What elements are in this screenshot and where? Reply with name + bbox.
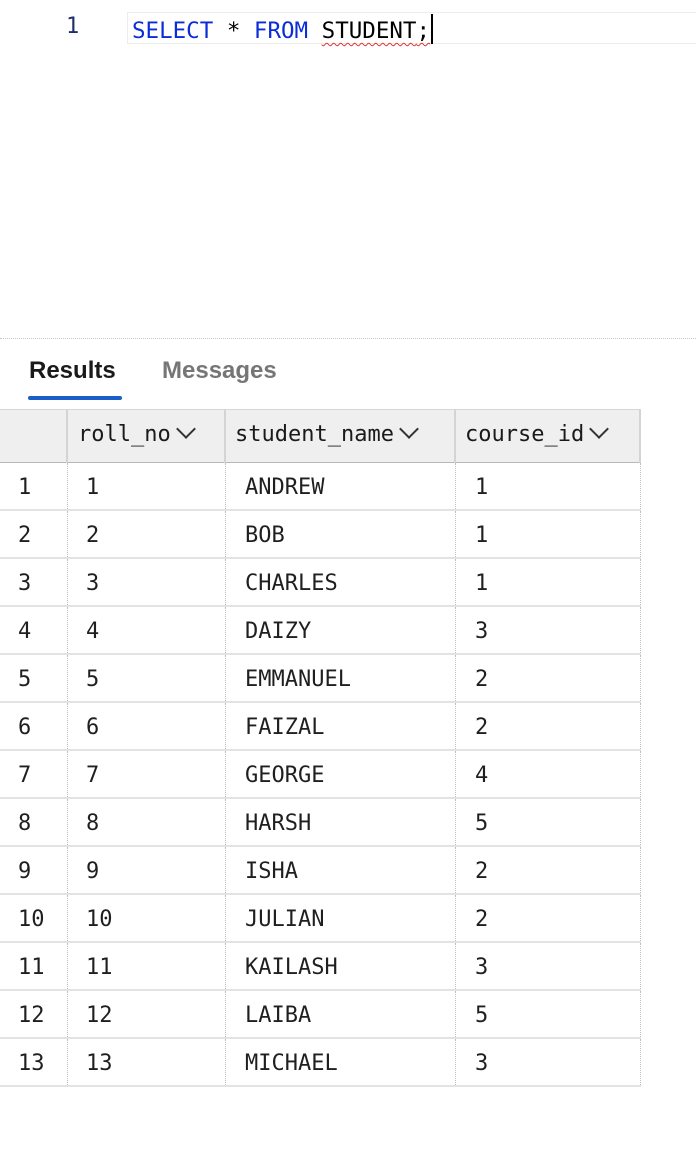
row-number-cell[interactable]: 5: [0, 655, 68, 701]
cell-course-id[interactable]: 5: [456, 991, 641, 1037]
row-number-cell[interactable]: 11: [0, 943, 68, 989]
cell-student-name[interactable]: GEORGE: [226, 751, 456, 797]
table-row[interactable]: 10 10 JULIAN 2: [0, 895, 641, 943]
row-number-cell[interactable]: 8: [0, 799, 68, 845]
column-header-label: course_id: [465, 422, 585, 447]
cell-roll-no[interactable]: 10: [68, 895, 226, 941]
cell-roll-no[interactable]: 9: [68, 847, 226, 893]
cell-roll-no[interactable]: 3: [68, 559, 226, 605]
cell-student-name[interactable]: EMMANUEL: [226, 655, 456, 701]
cell-student-name[interactable]: BOB: [226, 511, 456, 557]
row-number-cell[interactable]: 1: [0, 463, 68, 509]
table-row[interactable]: 3 3 CHARLES 1: [0, 559, 641, 607]
table-row[interactable]: 11 11 KAILASH 3: [0, 943, 641, 991]
cell-student-name[interactable]: JULIAN: [226, 895, 456, 941]
table-row[interactable]: 2 2 BOB 1: [0, 511, 641, 559]
cell-course-id[interactable]: 1: [456, 511, 641, 557]
results-grid: roll_no student_name course_id 1 1 ANDREW 1…: [0, 409, 641, 1087]
results-tabs: Results Messages: [0, 339, 696, 409]
chevron-down-icon[interactable]: [589, 419, 610, 439]
cell-course-id[interactable]: 2: [456, 847, 641, 893]
column-header-label: student_name: [235, 422, 394, 447]
table-row[interactable]: 5 5 EMMANUEL 2: [0, 655, 641, 703]
grid-corner-cell[interactable]: [0, 410, 68, 463]
cell-roll-no[interactable]: 11: [68, 943, 226, 989]
table-row[interactable]: 9 9 ISHA 2: [0, 847, 641, 895]
sql-code[interactable]: SELECT * FROM STUDENT;: [132, 14, 434, 44]
column-header-label: roll_no: [78, 422, 171, 447]
sql-star: *: [226, 18, 241, 44]
cell-student-name[interactable]: ANDREW: [226, 463, 456, 509]
row-number-cell[interactable]: 9: [0, 847, 68, 893]
cell-roll-no[interactable]: 8: [68, 799, 226, 845]
cell-course-id[interactable]: 3: [456, 607, 641, 653]
column-header-student-name[interactable]: student_name: [226, 410, 456, 463]
table-row[interactable]: 8 8 HARSH 5: [0, 799, 641, 847]
row-number-cell[interactable]: 6: [0, 703, 68, 749]
cell-course-id[interactable]: 3: [456, 943, 641, 989]
cell-course-id[interactable]: 5: [456, 799, 641, 845]
row-number-cell[interactable]: 4: [0, 607, 68, 653]
table-row[interactable]: 13 13 MICHAEL 3: [0, 1039, 641, 1087]
cell-roll-no[interactable]: 13: [68, 1039, 226, 1085]
cell-course-id[interactable]: 1: [456, 559, 641, 605]
table-row[interactable]: 4 4 DAIZY 3: [0, 607, 641, 655]
table-row[interactable]: 6 6 FAIZAL 2: [0, 703, 641, 751]
table-row[interactable]: 12 12 LAIBA 5: [0, 991, 641, 1039]
cell-student-name[interactable]: HARSH: [226, 799, 456, 845]
row-number-cell[interactable]: 10: [0, 895, 68, 941]
query-editor[interactable]: 1 SELECT * FROM STUDENT;: [0, 0, 696, 338]
row-number-cell[interactable]: 12: [0, 991, 68, 1037]
active-tab-indicator: [28, 396, 122, 400]
grid-header: roll_no student_name course_id: [0, 409, 641, 463]
row-number-cell[interactable]: 13: [0, 1039, 68, 1085]
column-header-roll-no[interactable]: roll_no: [68, 410, 226, 463]
chevron-down-icon[interactable]: [175, 419, 196, 439]
cell-roll-no[interactable]: 12: [68, 991, 226, 1037]
row-number-cell[interactable]: 7: [0, 751, 68, 797]
cell-course-id[interactable]: 2: [456, 703, 641, 749]
cell-student-name[interactable]: ISHA: [226, 847, 456, 893]
chevron-down-icon[interactable]: [399, 419, 419, 439]
cell-roll-no[interactable]: 5: [68, 655, 226, 701]
cell-roll-no[interactable]: 7: [68, 751, 226, 797]
cell-roll-no[interactable]: 4: [68, 607, 226, 653]
column-header-course-id[interactable]: course_id: [456, 410, 641, 463]
cell-student-name[interactable]: CHARLES: [226, 559, 456, 605]
line-number: 1: [66, 14, 80, 39]
cell-student-name[interactable]: LAIBA: [226, 991, 456, 1037]
cell-course-id[interactable]: 2: [456, 655, 641, 701]
sql-keyword-select: SELECT: [132, 18, 214, 44]
cell-roll-no[interactable]: 2: [68, 511, 226, 557]
row-number-cell[interactable]: 3: [0, 559, 68, 605]
tab-results[interactable]: Results: [29, 357, 116, 385]
sql-table-name: STUDENT;: [321, 18, 431, 44]
cell-course-id[interactable]: 2: [456, 895, 641, 941]
cell-student-name[interactable]: FAIZAL: [226, 703, 456, 749]
table-row[interactable]: 1 1 ANDREW 1: [0, 463, 641, 511]
row-number-cell[interactable]: 2: [0, 511, 68, 557]
text-caret: [431, 14, 434, 44]
table-row[interactable]: 7 7 GEORGE 4: [0, 751, 641, 799]
cell-course-id[interactable]: 4: [456, 751, 641, 797]
tab-messages[interactable]: Messages: [162, 357, 277, 385]
cell-student-name[interactable]: MICHAEL: [226, 1039, 456, 1085]
editor-line[interactable]: 1 SELECT * FROM STUDENT;: [0, 8, 696, 46]
cell-course-id[interactable]: 1: [456, 463, 641, 509]
grid-body: 1 1 ANDREW 1 2 2 BOB 1 3 3 CHARLES 1 4 4 DAIZY 3 5 5 EMMAN…: [0, 463, 641, 1087]
cell-course-id[interactable]: 3: [456, 1039, 641, 1085]
cell-roll-no[interactable]: 1: [68, 463, 226, 509]
sql-keyword-from: FROM: [253, 18, 309, 44]
cell-student-name[interactable]: DAIZY: [226, 607, 456, 653]
cell-roll-no[interactable]: 6: [68, 703, 226, 749]
cell-student-name[interactable]: KAILASH: [226, 943, 456, 989]
